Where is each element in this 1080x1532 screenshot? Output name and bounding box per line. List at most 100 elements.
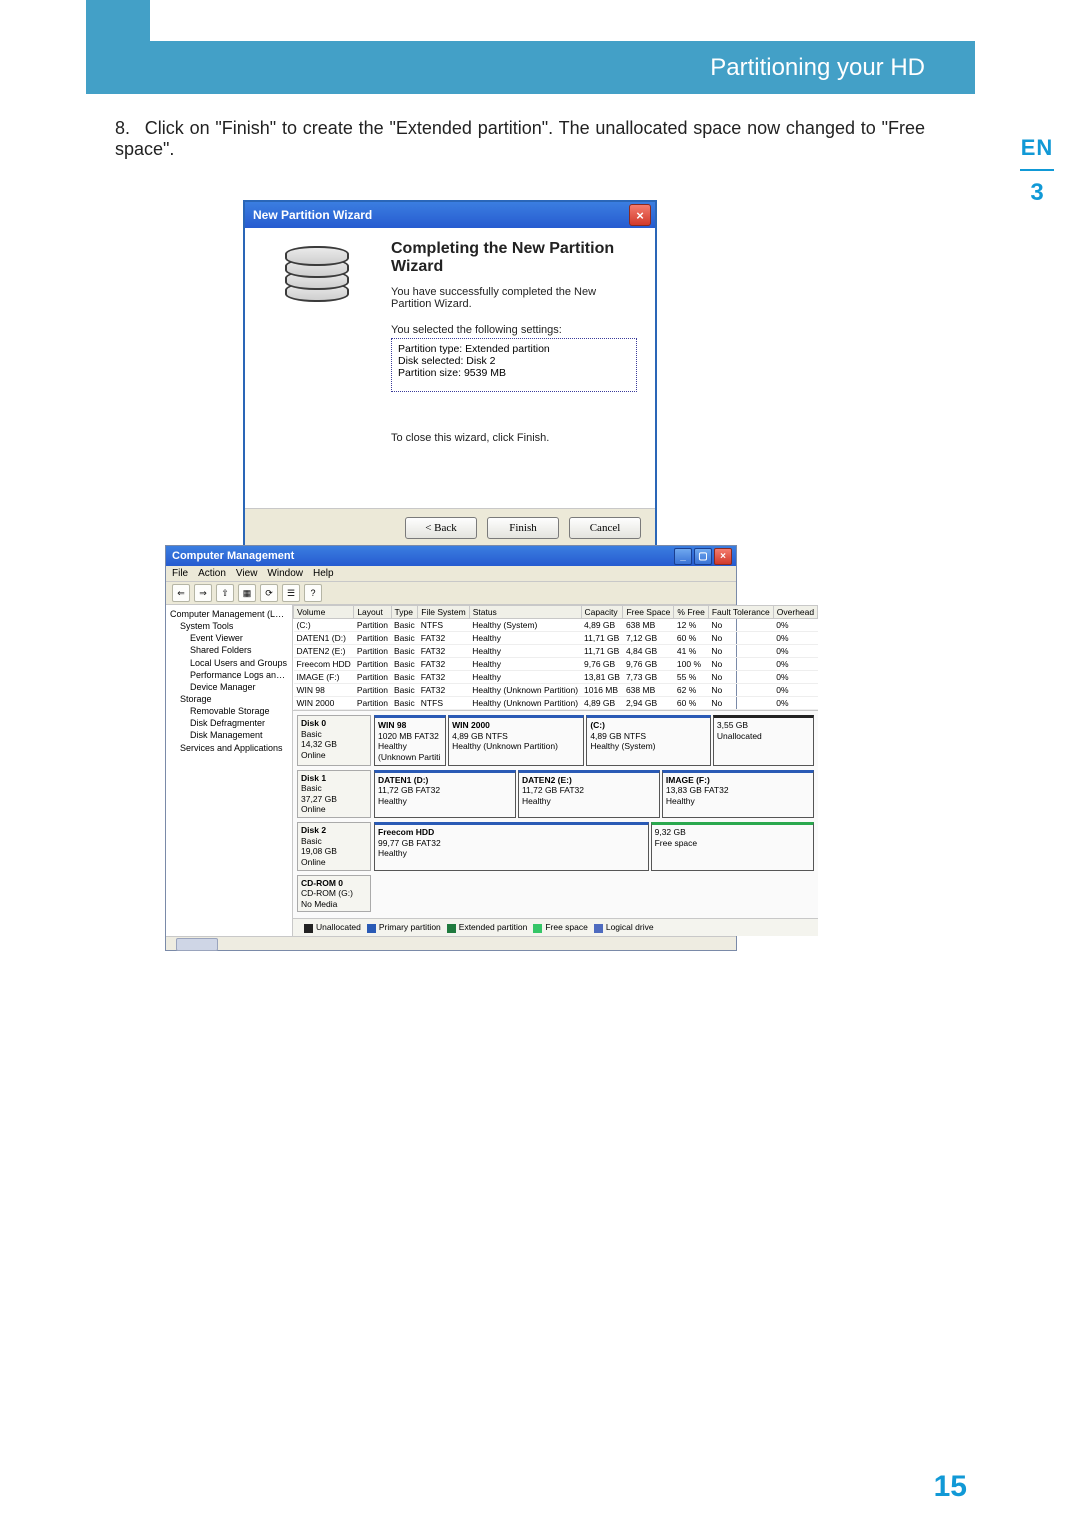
disk-layout-panel[interactable]: Disk 0Basic14,32 GBOnlineWIN 981020 MB F…	[293, 710, 818, 918]
legend-chip	[594, 924, 603, 933]
table-row[interactable]: IMAGE (F:)PartitionBasicFAT32Healthy13,8…	[294, 671, 818, 684]
menu-item-window[interactable]: Window	[267, 568, 303, 579]
cm-titlebar[interactable]: Computer Management _ ▢ ×	[166, 546, 736, 566]
col-header[interactable]: Fault Tolerance	[708, 606, 773, 619]
cm-toolbar[interactable]: ⇐ ⇒ ⇧ ▦ ⟳ ☰ ?	[166, 582, 736, 605]
disk-row[interactable]: Disk 2Basic19,08 GBOnlineFreecom HDD99,7…	[297, 822, 814, 871]
menu-item-file[interactable]: File	[172, 568, 188, 579]
refresh-icon[interactable]: ⟳	[260, 584, 278, 602]
disk-info: Disk 0Basic14,32 GBOnline	[297, 715, 371, 766]
wizard-button-row: < Back Finish Cancel	[245, 508, 655, 547]
menu-item-help[interactable]: Help	[313, 568, 334, 579]
menu-item-action[interactable]: Action	[198, 568, 226, 579]
cm-menubar[interactable]: File Action View Window Help	[166, 566, 736, 582]
menu-item-view[interactable]: View	[236, 568, 258, 579]
legend-chip	[367, 924, 376, 933]
wizard-settings-summary: Partition type: Extended partition Disk …	[391, 338, 637, 392]
tree-node[interactable]: Disk Management	[170, 729, 288, 741]
partition-slice[interactable]: WIN 981020 MB FAT32Healthy (Unknown Part…	[374, 715, 446, 766]
close-icon[interactable]: ×	[629, 204, 651, 226]
partition-slice[interactable]: DATEN2 (E:)11,72 GB FAT32Healthy	[518, 770, 660, 819]
nav-fwd-icon[interactable]: ⇒	[194, 584, 212, 602]
nav-back-icon[interactable]: ⇐	[172, 584, 190, 602]
wizard-window-title: New Partition Wizard	[253, 208, 372, 222]
tree-node[interactable]: Event Viewer	[170, 632, 288, 644]
close-icon[interactable]: ×	[714, 548, 732, 565]
col-header[interactable]: Free Space	[623, 606, 674, 619]
tree-node[interactable]: Local Users and Groups	[170, 657, 288, 669]
scrollbar-thumb[interactable]	[176, 938, 218, 951]
wizard-titlebar[interactable]: New Partition Wizard ×	[245, 202, 655, 228]
disk-row[interactable]: Disk 1Basic37,27 GBOnlineDATEN1 (D:)11,7…	[297, 770, 814, 819]
disk-row[interactable]: CD-ROM 0CD-ROM (G:)No Media	[297, 875, 814, 913]
help-icon[interactable]: ?	[304, 584, 322, 602]
legend-label: Primary partition	[379, 922, 441, 932]
cm-window-title: Computer Management	[172, 550, 294, 562]
new-partition-wizard-dialog: New Partition Wizard × Completing the Ne…	[243, 200, 657, 549]
partition-slice[interactable]: DATEN1 (D:)11,72 GB FAT32Healthy	[374, 770, 516, 819]
col-header[interactable]: Type	[391, 606, 418, 619]
computer-management-window: Computer Management _ ▢ × File Action View…	[165, 545, 737, 951]
cancel-button[interactable]: Cancel	[569, 517, 641, 539]
table-row[interactable]: (C:)PartitionBasicNTFSHealthy (System)4,…	[294, 619, 818, 632]
col-header[interactable]: Overhead	[773, 606, 817, 619]
disk-legend: Unallocated Primary partition Extended par…	[293, 918, 818, 935]
tree-node[interactable]: Storage	[170, 693, 288, 705]
table-row[interactable]: DATEN1 (D:)PartitionBasicFAT32Healthy11,…	[294, 632, 818, 645]
wizard-close-hint: To close this wizard, click Finish.	[391, 432, 637, 444]
partition-slice[interactable]: (C:)4,89 GB NTFSHealthy (System)	[586, 715, 711, 766]
col-header[interactable]: Status	[469, 606, 581, 619]
page-number: 15	[934, 1470, 967, 1504]
wizard-message: You have successfully completed the New …	[391, 286, 637, 310]
partition-slice[interactable]: IMAGE (F:)13,83 GB FAT32Healthy	[662, 770, 814, 819]
disk-info: Disk 2Basic19,08 GBOnline	[297, 822, 371, 871]
tree-node[interactable]: Removable Storage	[170, 705, 288, 717]
table-row[interactable]: WIN 98PartitionBasicFAT32Healthy (Unknow…	[294, 684, 818, 697]
cm-tree[interactable]: Computer Management (Local)System ToolsE…	[166, 605, 293, 936]
grid-icon[interactable]: ▦	[238, 584, 256, 602]
properties-icon[interactable]: ☰	[282, 584, 300, 602]
partition-slice[interactable]: WIN 20004,89 GB NTFSHealthy (Unknown Par…	[448, 715, 584, 766]
page-banner: Partitioning your HD	[86, 41, 975, 94]
table-row[interactable]: DATEN2 (E:)PartitionBasicFAT32Healthy11,…	[294, 645, 818, 658]
step-paragraph: 8. Click on "Finish" to create the "Exte…	[115, 118, 925, 160]
legend-label: Unallocated	[316, 922, 361, 932]
col-header[interactable]: Layout	[354, 606, 391, 619]
table-row[interactable]: WIN 2000PartitionBasicNTFSHealthy (Unkno…	[294, 697, 818, 710]
finish-button[interactable]: Finish	[487, 517, 559, 539]
col-header[interactable]: Volume	[294, 606, 354, 619]
legend-label: Extended partition	[459, 922, 528, 932]
side-lang-tab: EN 3	[994, 135, 1080, 207]
tree-node[interactable]: Device Manager	[170, 681, 288, 693]
legend-chip	[533, 924, 542, 933]
disk-info: CD-ROM 0CD-ROM (G:)No Media	[297, 875, 371, 913]
step-number: 8.	[115, 118, 139, 139]
col-header[interactable]: Capacity	[581, 606, 623, 619]
banner-title: Partitioning your HD	[710, 54, 925, 82]
tree-node[interactable]: System Tools	[170, 620, 288, 632]
partition-slice[interactable]: 3,55 GBUnallocated	[713, 715, 814, 766]
volume-table[interactable]: VolumeLayoutTypeFile SystemStatusCapacit…	[293, 605, 818, 710]
tree-node[interactable]: Services and Applications	[170, 742, 288, 754]
horizontal-scrollbar[interactable]	[166, 936, 736, 950]
disk-row[interactable]: Disk 0Basic14,32 GBOnlineWIN 981020 MB F…	[297, 715, 814, 766]
tree-node[interactable]: Disk Defragmenter	[170, 717, 288, 729]
maximize-icon[interactable]: ▢	[694, 548, 712, 565]
wizard-graphic-panel	[245, 228, 385, 508]
partition-slice[interactable]: Freecom HDD99,77 GB FAT32Healthy	[374, 822, 649, 871]
up-icon[interactable]: ⇧	[216, 584, 234, 602]
divider	[1020, 169, 1054, 171]
tree-node[interactable]: Performance Logs and Alerts	[170, 669, 288, 681]
col-header[interactable]: File System	[418, 606, 469, 619]
col-header[interactable]: % Free	[674, 606, 708, 619]
disk-info: Disk 1Basic37,27 GBOnline	[297, 770, 371, 819]
back-button[interactable]: < Back	[405, 517, 477, 539]
tree-node[interactable]: Shared Folders	[170, 644, 288, 656]
table-row[interactable]: Freecom HDDPartitionBasicFAT32Healthy9,7…	[294, 658, 818, 671]
partition-slice[interactable]: 9,32 GBFree space	[651, 822, 815, 871]
chapter-number: 3	[994, 179, 1080, 207]
legend-chip	[304, 924, 313, 933]
tree-node[interactable]: Computer Management (Local)	[170, 608, 288, 620]
minimize-icon[interactable]: _	[674, 548, 692, 565]
step-text: Click on "Finish" to create the "Extende…	[115, 118, 925, 159]
